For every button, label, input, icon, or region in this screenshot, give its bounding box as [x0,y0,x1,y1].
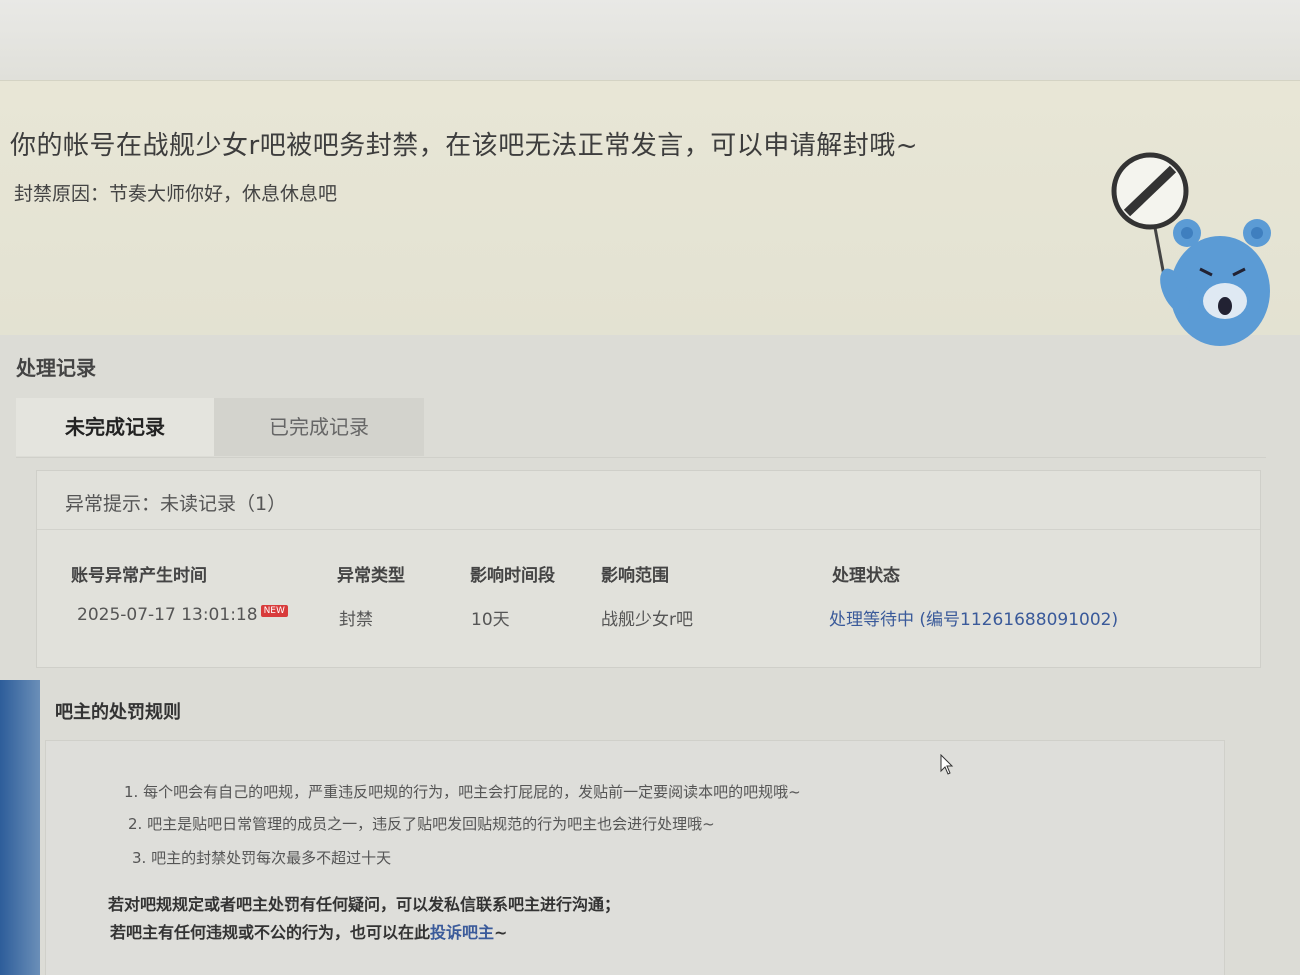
tab-finished-records[interactable]: 已完成记录 [214,398,424,456]
complain-moderator-link[interactable]: 投诉吧主 [430,923,494,942]
rule-item-3: 3. 吧主的封禁处罚每次最多不超过十天 [132,849,392,867]
rule-item-2: 2. 吧主是贴吧日常管理的成员之一，违反了贴吧发回贴规范的行为吧主也会进行处理哦… [128,815,715,833]
mouse-cursor-icon [940,754,954,775]
column-header-duration: 影响时间段 [470,566,555,586]
tab-unfinished-records[interactable]: 未完成记录 [16,398,214,456]
rule-item-1: 1. 每个吧会有自己的吧规，严重违反吧规的行为，吧主会打屁屁的，发贴前一定要阅读… [124,783,801,801]
divider [37,529,1260,530]
records-tabs: 未完成记录 已完成记录 [16,398,1266,458]
rules-footer-suffix: ~ [494,923,508,942]
column-header-time: 账号异常产生时间 [71,566,207,586]
record-duration: 10天 [471,610,510,630]
ban-notice-title: 你的帐号在战舰少女r吧被吧务封禁，在该吧无法正常发言，可以申请解封哦~ [10,131,918,161]
record-time-cell: 2025-07-17 13:01:18 NEW [77,605,288,625]
column-header-scope: 影响范围 [601,566,669,586]
column-header-type: 异常类型 [337,566,405,586]
rules-title: 吧主的处罚规则 [55,702,181,723]
ban-notice-banner: 你的帐号在战舰少女r吧被吧务封禁，在该吧无法正常发言，可以申请解封哦~ 封禁原因… [0,80,1300,346]
rules-footer-prefix: 若吧主有任何违规或不公的行为，也可以在此 [110,923,431,942]
rules-footer-line-2: 若吧主有任何违规或不公的行为，也可以在此投诉吧主~ [110,919,507,943]
records-section-title: 处理记录 [16,356,96,380]
record-type: 封禁 [339,610,373,630]
rules-panel: 1. 每个吧会有自己的吧规，严重违反吧规的行为，吧主会打屁屁的，发贴前一定要阅读… [45,740,1225,975]
records-panel: 异常提示：未读记录（1） 账号异常产生时间 异常类型 影响时间段 影响范围 处理… [36,470,1261,668]
record-scope: 战舰少女r吧 [601,610,693,630]
record-status-link[interactable]: 处理等待中 (编号11261688091002) [829,605,1118,630]
ban-reason: 封禁原因：节奏大师你好，休息休息吧 [14,183,338,205]
column-header-status: 处理状态 [832,566,900,586]
record-time: 2025-07-17 13:01:18 [77,605,258,625]
bear-mascot-icon [1111,152,1271,346]
browser-top-area [0,0,1300,80]
rules-footer-line-1: 若对吧规规定或者吧主处罚有任何疑问，可以发私信联系吧主进行沟通； [108,895,621,914]
abnormal-notice: 异常提示：未读记录（1） [65,493,287,515]
new-badge: NEW [260,605,288,618]
desktop-edge [0,680,40,975]
